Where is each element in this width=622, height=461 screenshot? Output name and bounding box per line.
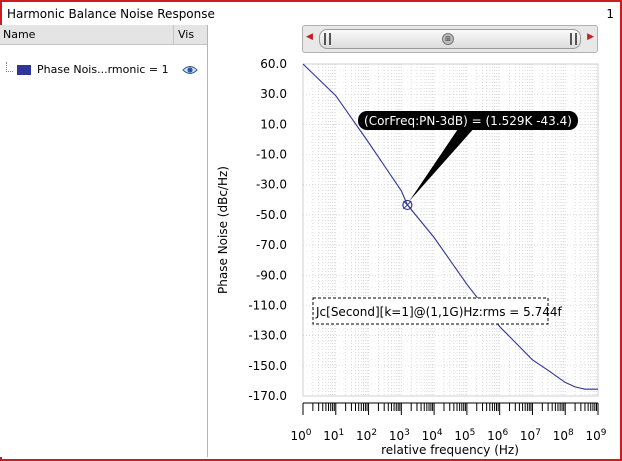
y-tick-label: -110.0	[248, 298, 287, 312]
x-tick-exponent: 8	[568, 428, 574, 438]
x-tick-base: 10	[356, 429, 371, 443]
x-tick-base: 10	[389, 429, 404, 443]
x-tick-label: 101	[323, 428, 344, 443]
y-tick-label: -130.0	[248, 329, 287, 343]
y-tick-label: 10.0	[260, 117, 287, 131]
y-tick-label: 60.0	[260, 57, 287, 71]
y-tick-label: -170.0	[248, 389, 287, 403]
x-tick-base: 10	[520, 429, 535, 443]
annotation-text: Jc[Second][k=1]@(1,1G)Hz:rms = 5.744f	[315, 305, 562, 319]
x-tick-base: 10	[553, 429, 568, 443]
x-tick-label: 103	[389, 428, 410, 443]
x-tick-label: 108	[553, 428, 574, 443]
y-tick-label: -10.0	[256, 148, 287, 162]
axes	[302, 402, 599, 415]
x-tick-exponent: 7	[535, 428, 541, 438]
y-tick-label: 30.0	[260, 87, 287, 101]
x-tick-exponent: 3	[404, 428, 410, 438]
x-tick-label: 104	[422, 428, 443, 443]
phase-noise-chart: 60.0 30.0 10.0 -10.0 -30.0 -50.0 -70.0 -90.0 -11…	[216, 57, 607, 457]
x-tick-label: 109	[585, 428, 606, 443]
x-tick-exponent: 0	[306, 428, 312, 438]
x-tick-exponent: 5	[470, 428, 476, 438]
y-tick-label: -30.0	[256, 178, 287, 192]
x-tick-label: 100	[290, 428, 311, 443]
x-tick-base: 10	[422, 429, 437, 443]
x-tick-label: 107	[520, 428, 541, 443]
y-tick-label: -150.0	[248, 359, 287, 373]
x-tick-label: 102	[356, 428, 377, 443]
x-tick-base: 10	[290, 429, 305, 443]
y-axis-label: Phase Noise (dBc/Hz)	[216, 166, 230, 294]
x-tick-exponent: 1	[339, 428, 345, 438]
x-tick-label: 105	[454, 428, 475, 443]
x-tick-base: 10	[487, 429, 502, 443]
x-tick-base: 10	[323, 429, 338, 443]
x-tick-exponent: 2	[371, 428, 377, 438]
x-tick-exponent: 9	[601, 428, 607, 438]
x-tick-base: 10	[585, 429, 600, 443]
x-tick-exponent: 6	[502, 428, 508, 438]
x-tick-base: 10	[454, 429, 469, 443]
marker-callout-label: (CorFreq:PN-3dB) = (1.529K -43.4)	[364, 114, 572, 128]
x-axis-label: relative frequency (Hz)	[381, 443, 519, 457]
x-tick-exponent: 4	[437, 428, 443, 438]
y-tick-label: -90.0	[256, 268, 287, 282]
y-tick-label: -50.0	[256, 208, 287, 222]
y-tick-label: -70.0	[256, 238, 287, 252]
x-tick-label: 106	[487, 428, 508, 443]
